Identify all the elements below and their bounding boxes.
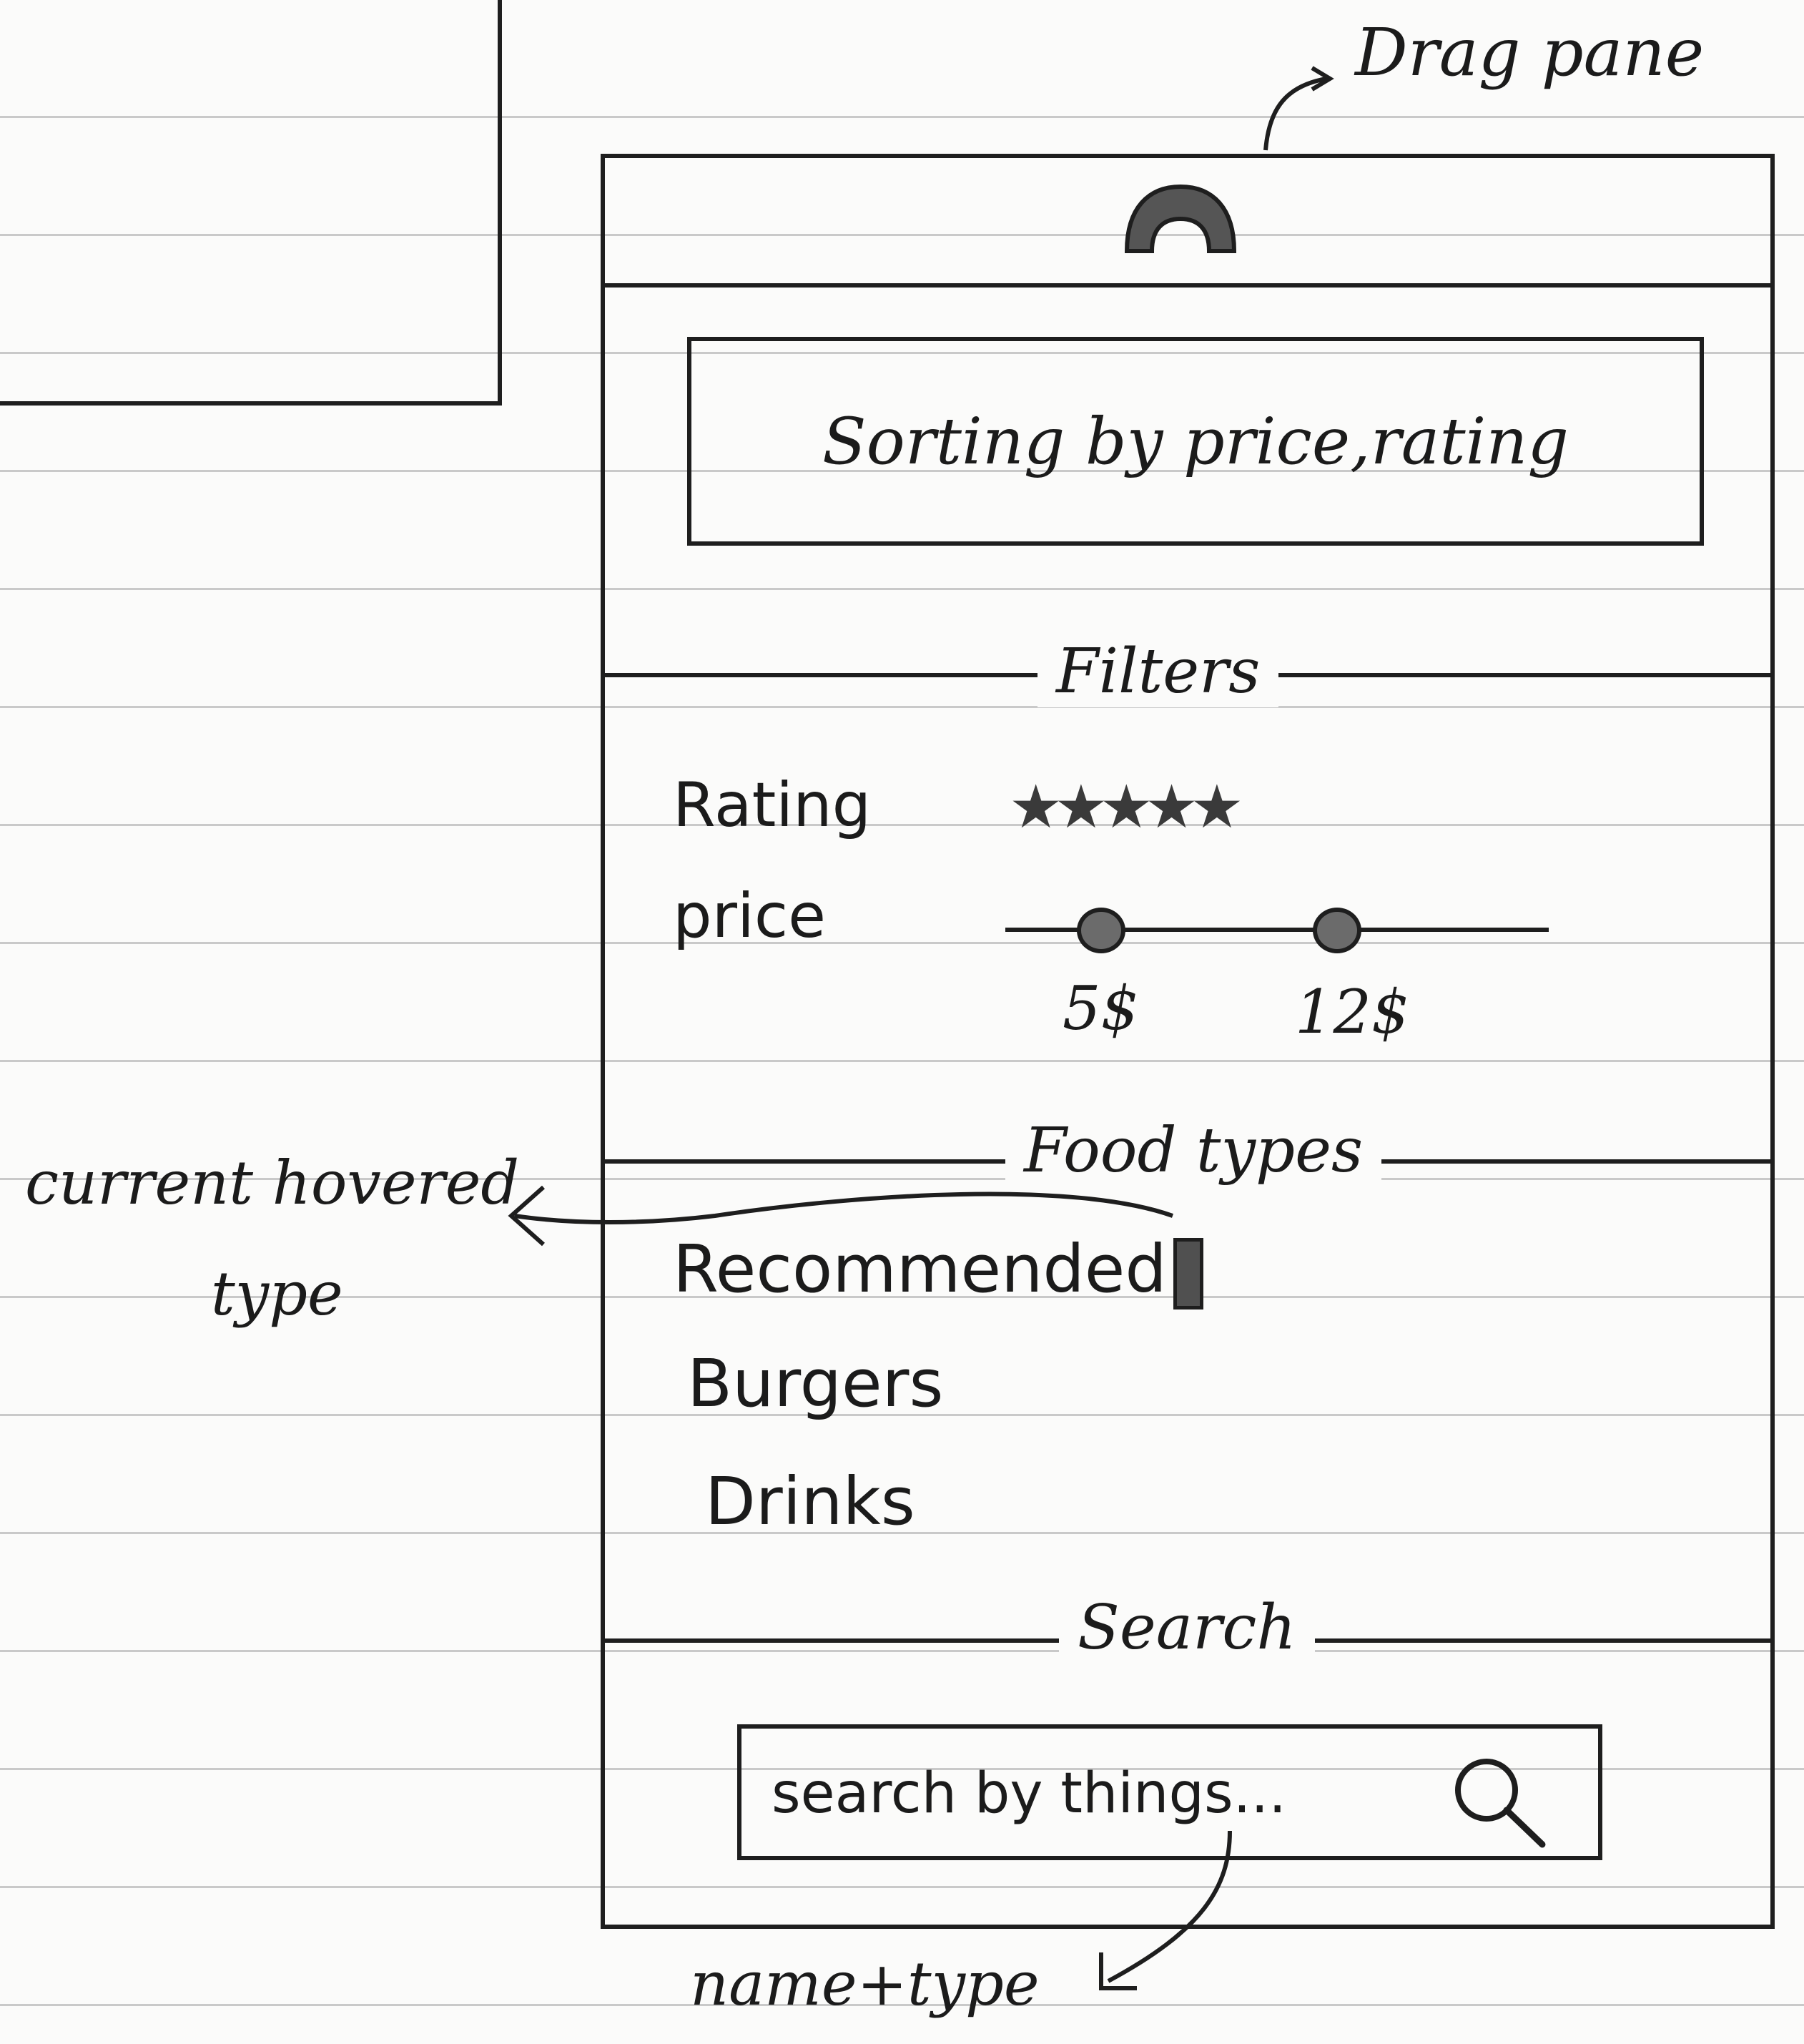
search-icon[interactable]	[1442, 1749, 1549, 1849]
food-type-burgers[interactable]: Burgers	[687, 1345, 943, 1422]
price-min-handle[interactable]	[1077, 908, 1125, 953]
sort-label: Sorting by price,rating	[822, 403, 1569, 479]
search-input[interactable]	[770, 1757, 1416, 1830]
food-type-recommended[interactable]: Recommended	[673, 1231, 1167, 1307]
hover-annotation-line1: current hovered	[25, 1148, 520, 1218]
price-max-handle[interactable]	[1313, 908, 1361, 953]
food-types-heading: Food types	[1005, 1115, 1382, 1186]
price-max-value: 12$	[1295, 977, 1410, 1047]
price-range-slider[interactable]	[1005, 902, 1549, 959]
food-type-drinks[interactable]: Drinks	[705, 1463, 915, 1540]
hover-indicator	[1173, 1238, 1203, 1310]
price-label: price	[673, 880, 827, 952]
filters-heading: Filters	[1037, 636, 1279, 707]
hover-annotation-line2: type	[211, 1259, 343, 1329]
search-heading: Search	[1059, 1592, 1315, 1664]
drag-handle-icon[interactable]	[1120, 180, 1241, 258]
filter-panel: Sorting by price,rating Filters Rating ★…	[601, 154, 1775, 1929]
previous-screen-frame	[0, 0, 502, 406]
drag-pane-annotation: Drag pane	[1355, 14, 1705, 91]
search-annotation: name+type	[690, 1949, 1040, 2019]
rating-label: Rating	[673, 770, 872, 841]
price-min-value: 5$	[1063, 973, 1139, 1043]
rating-stars[interactable]: ★★★★★	[1009, 772, 1244, 842]
sort-button[interactable]: Sorting by price,rating	[687, 337, 1704, 546]
search-box[interactable]	[737, 1724, 1602, 1860]
drag-pane[interactable]	[605, 158, 1770, 288]
